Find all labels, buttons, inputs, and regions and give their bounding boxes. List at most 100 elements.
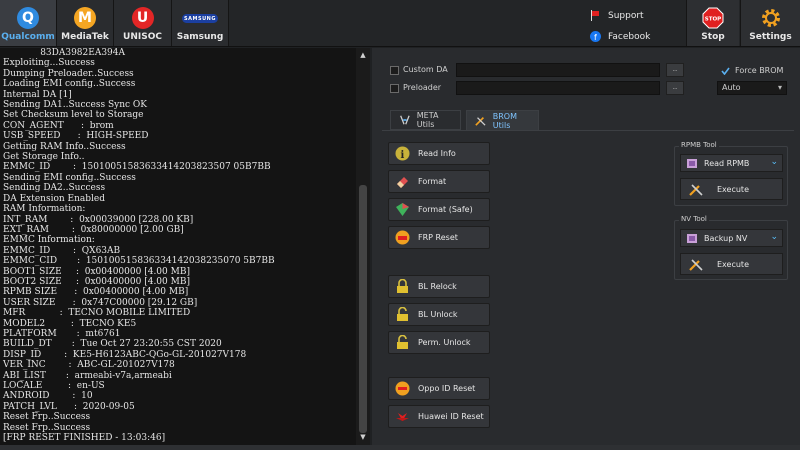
tab-samsung[interactable]: SAMSUNG Samsung — [172, 0, 229, 46]
support-label: Support — [608, 10, 644, 21]
stop-sign-icon: STOP — [702, 7, 724, 29]
log-line: ANDROID : 10 — [3, 391, 93, 402]
log-line: PLATFORM : mt6761 — [3, 328, 121, 339]
chip-icon — [687, 233, 697, 243]
tab-meta-label: META Utils — [416, 111, 439, 129]
chip-icon — [687, 158, 697, 168]
qualcomm-logo-icon: Q — [17, 7, 39, 29]
log-line: ABI_LIST : armeabi-v7a,armeabi — [3, 370, 172, 381]
rpmb-tool-title: RPMB Tool — [679, 141, 719, 149]
custom-da-path-input[interactable] — [456, 63, 660, 77]
support-link[interactable]: Support — [590, 10, 644, 21]
bl-relock-button[interactable]: BL Relock — [388, 275, 490, 298]
log-line: RAM Information: — [3, 204, 86, 215]
force-brom-label: Force BROM — [735, 66, 784, 75]
mode-select[interactable]: Auto ▾ — [717, 81, 787, 95]
custom-da-label: Custom DA — [403, 65, 448, 74]
log-line: DISP_ID : KE5-H6123ABC-QGo-GL-201027V178 — [3, 349, 247, 360]
bl-unlock-label: BL Unlock — [418, 310, 458, 319]
log-line: 83DA3982EA394A — [3, 48, 126, 58]
log-line: Sending DA2..Success — [3, 183, 106, 194]
tab-label: UNISOC — [123, 32, 162, 42]
log-line: CON_AGENT : brom — [3, 120, 114, 131]
preloader-checkbox[interactable] — [390, 84, 399, 93]
nv-operation-select[interactable]: Backup NV ⌄ — [680, 229, 783, 247]
custom-da-browse-button[interactable]: .. — [666, 63, 684, 77]
log-line: EMMC_CID : 150100515836334142038235070 5… — [3, 256, 275, 267]
settings-button[interactable]: Settings — [740, 0, 800, 46]
log-line: BOOT2 SIZE : 0x00400000 [4.00 MB] — [3, 276, 190, 287]
tab-divider — [382, 130, 794, 131]
tools-icon — [689, 259, 703, 271]
oppo-id-reset-button[interactable]: Oppo ID Reset — [388, 377, 490, 400]
custom-da-checkbox[interactable] — [390, 66, 399, 75]
bl-unlock-button[interactable]: BL Unlock — [388, 303, 490, 326]
force-brom-check-icon[interactable] — [721, 67, 730, 75]
chevron-down-icon: ⌄ — [770, 232, 778, 242]
scroll-thumb[interactable] — [359, 185, 367, 433]
log-line: Loading EMI config..Success — [3, 79, 136, 90]
read-info-button[interactable]: i Read Info — [388, 142, 490, 165]
preloader-path-input[interactable] — [456, 81, 660, 95]
status-strip — [0, 445, 800, 450]
mode-select-value: Auto — [722, 83, 741, 92]
log-line: [FRP RESET FINISHED - 13:03:46] — [3, 433, 166, 444]
nv-tool-group: NV Tool Backup NV ⌄ Execute — [674, 215, 788, 280]
lock-icon — [394, 279, 410, 295]
shield-icon — [394, 202, 410, 218]
log-line: Dumping Preloader..Success — [3, 68, 134, 79]
log-lines: 83DA3982EA394A Exploiting...Success Dumpin… — [3, 48, 355, 443]
rpmb-execute-label: Execute — [717, 184, 749, 194]
scroll-down-arrow-icon[interactable]: ▼ — [358, 433, 368, 443]
svg-text:i: i — [400, 150, 404, 161]
app-window: Q Qualcomm M MediaTek U UNISOC SAMSUNG S… — [0, 0, 800, 450]
stop-button[interactable]: STOP Stop — [686, 0, 739, 46]
tab-qualcomm[interactable]: Q Qualcomm — [0, 0, 57, 46]
log-line: Set Checksum level to Storage — [3, 110, 144, 121]
tab-brom-utils[interactable]: BROM Utils — [466, 110, 539, 130]
unisoc-logo-icon: U — [131, 7, 154, 29]
format-safe-label: Format (Safe) — [418, 205, 473, 214]
format-safe-button[interactable]: Format (Safe) — [388, 198, 490, 221]
log-line: MODEL2 : TECNO KE5 — [3, 318, 137, 329]
unlock-icon — [394, 335, 410, 351]
tab-brom-label: BROM Utils — [492, 111, 517, 130]
log-line: EMMC Information: — [3, 235, 95, 246]
tab-mediatek[interactable]: M MediaTek — [57, 0, 114, 46]
log-panel[interactable]: 83DA3982EA394A Exploiting...Success Dumpin… — [0, 48, 370, 445]
rpmb-operation-select[interactable]: Read RPMB ⌄ — [680, 154, 783, 172]
svg-text:f: f — [594, 33, 597, 42]
tab-unisoc[interactable]: U UNISOC — [114, 0, 172, 46]
log-line: BOOT1 SIZE : 0x00400000 [4.00 MB] — [3, 266, 190, 277]
right-panel: Custom DA .. Preloader .. Force BROM Aut… — [372, 48, 800, 445]
log-line: Reset Frp..Success — [3, 412, 91, 423]
stop-label: Stop — [701, 32, 725, 42]
mediatek-logo-icon: M — [74, 7, 96, 29]
format-button[interactable]: Format — [388, 170, 490, 193]
log-line: RPMB SIZE : 0x00400000 [4.00 MB] — [3, 287, 189, 298]
read-info-label: Read Info — [418, 149, 456, 158]
log-line: PATCH_LVL : 2020-09-05 — [3, 401, 135, 412]
rpmb-execute-button[interactable]: Execute — [680, 178, 783, 200]
facebook-link[interactable]: f Facebook — [590, 31, 650, 42]
format-label: Format — [418, 177, 447, 186]
log-line: USER SIZE : 0x747C00000 [29.12 GB] — [3, 297, 198, 308]
frp-reset-button[interactable]: FRP Reset — [388, 226, 490, 249]
tab-meta-utils[interactable]: META Utils — [390, 110, 461, 130]
huawei-icon — [394, 409, 410, 425]
perm-unlock-label: Perm. Unlock — [418, 338, 471, 347]
log-line: Reset Frp..Success — [3, 422, 91, 433]
scroll-up-arrow-icon[interactable]: ▲ — [358, 51, 368, 61]
facebook-label: Facebook — [608, 31, 651, 42]
perm-unlock-button[interactable]: Perm. Unlock — [388, 331, 490, 354]
preloader-label: Preloader — [403, 83, 442, 92]
log-scrollbar[interactable]: ▲ ▼ — [356, 48, 370, 445]
stop-sign-text: STOP — [705, 17, 721, 23]
nv-execute-button[interactable]: Execute — [680, 253, 783, 275]
eraser-icon — [394, 174, 410, 190]
oppo-id-reset-label: Oppo ID Reset — [418, 384, 476, 393]
oppo-icon — [394, 381, 410, 397]
preloader-browse-button[interactable]: .. — [666, 81, 684, 95]
log-line: Get Storage Info.. — [3, 152, 85, 163]
huawei-id-reset-button[interactable]: Huawei ID Reset — [388, 405, 490, 428]
